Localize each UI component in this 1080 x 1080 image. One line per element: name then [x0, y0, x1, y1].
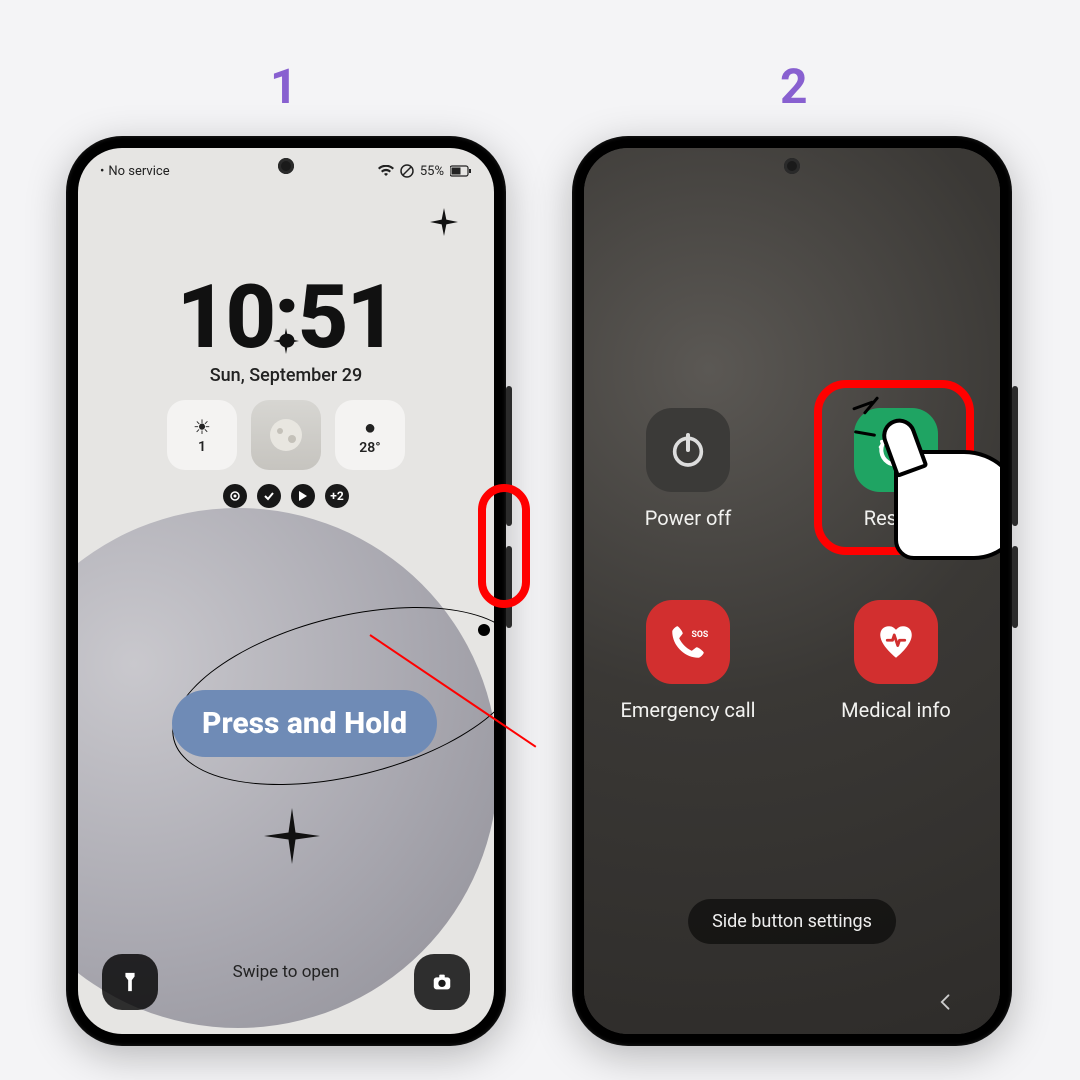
more-badge[interactable]: +2 [325, 484, 349, 508]
phone-frame-2: Power off Restart SOS Emergency call Med… [572, 136, 1012, 1046]
phone-frame-1: • No service 55% 10:51 [66, 136, 506, 1046]
nav-back-button[interactable] [936, 992, 956, 1012]
weather-dot-icon: ● [364, 415, 376, 440]
wifi-icon [378, 165, 394, 177]
power-off-label: Power off [645, 506, 732, 530]
power-menu-screen: Power off Restart SOS Emergency call Med… [584, 148, 1000, 1034]
app-badge-1[interactable] [223, 484, 247, 508]
camera-hole-icon [278, 158, 294, 174]
camera-icon [431, 971, 453, 993]
uv-widget[interactable]: ☀ 1 [167, 400, 237, 470]
pointer-hand-icon [894, 450, 1000, 560]
notification-badges-row: +2 [78, 484, 494, 508]
sparkle-icon [264, 808, 320, 864]
play-store-badge[interactable] [291, 484, 315, 508]
temperature-widget[interactable]: ● 28° [335, 400, 405, 470]
power-off-item[interactable]: Power off [645, 408, 732, 530]
step-1-number: 1 [270, 58, 298, 115]
flashlight-icon [119, 971, 141, 993]
moon-widget[interactable] [251, 400, 321, 470]
sun-icon: ☀ [193, 415, 211, 439]
emergency-call-icon: SOS [646, 600, 730, 684]
power-button-highlight [478, 484, 530, 608]
press-hold-callout: Press and Hold [172, 690, 437, 757]
more-badge-label: +2 [330, 489, 343, 503]
battery-icon [450, 165, 472, 177]
power-button[interactable] [1012, 546, 1018, 628]
temperature-value: 28° [359, 440, 380, 456]
step-2-number: 2 [780, 58, 808, 115]
app-badge-2[interactable] [257, 484, 281, 508]
power-off-icon [646, 408, 730, 492]
battery-label: 55% [420, 164, 444, 179]
carrier-label: No service [108, 164, 169, 179]
moon-icon [266, 415, 306, 455]
uv-value: 1 [198, 439, 206, 455]
lock-screen: • No service 55% 10:51 [78, 148, 494, 1034]
medical-info-icon [854, 600, 938, 684]
medical-info-item[interactable]: Medical info [841, 600, 951, 722]
sparkle-icon [273, 328, 299, 354]
medical-info-label: Medical info [841, 698, 951, 722]
flashlight-button[interactable] [102, 954, 158, 1010]
emergency-call-label: Emergency call [621, 698, 756, 722]
camera-button[interactable] [414, 954, 470, 1010]
camera-hole-icon [784, 158, 800, 174]
widgets-row: ☀ 1 ● 28° [78, 400, 494, 470]
wallpaper-satellite [478, 624, 490, 636]
chevron-left-icon [936, 992, 956, 1012]
no-signal-icon [400, 164, 414, 178]
emergency-call-item[interactable]: SOS Emergency call [621, 600, 756, 722]
sparkle-icon [430, 208, 458, 236]
volume-button[interactable] [1012, 386, 1018, 526]
clock-time: 10:51 [78, 266, 494, 369]
status-dot-icon: • [100, 164, 104, 179]
svg-text:SOS: SOS [691, 630, 708, 640]
side-button-settings-button[interactable]: Side button settings [688, 899, 896, 944]
